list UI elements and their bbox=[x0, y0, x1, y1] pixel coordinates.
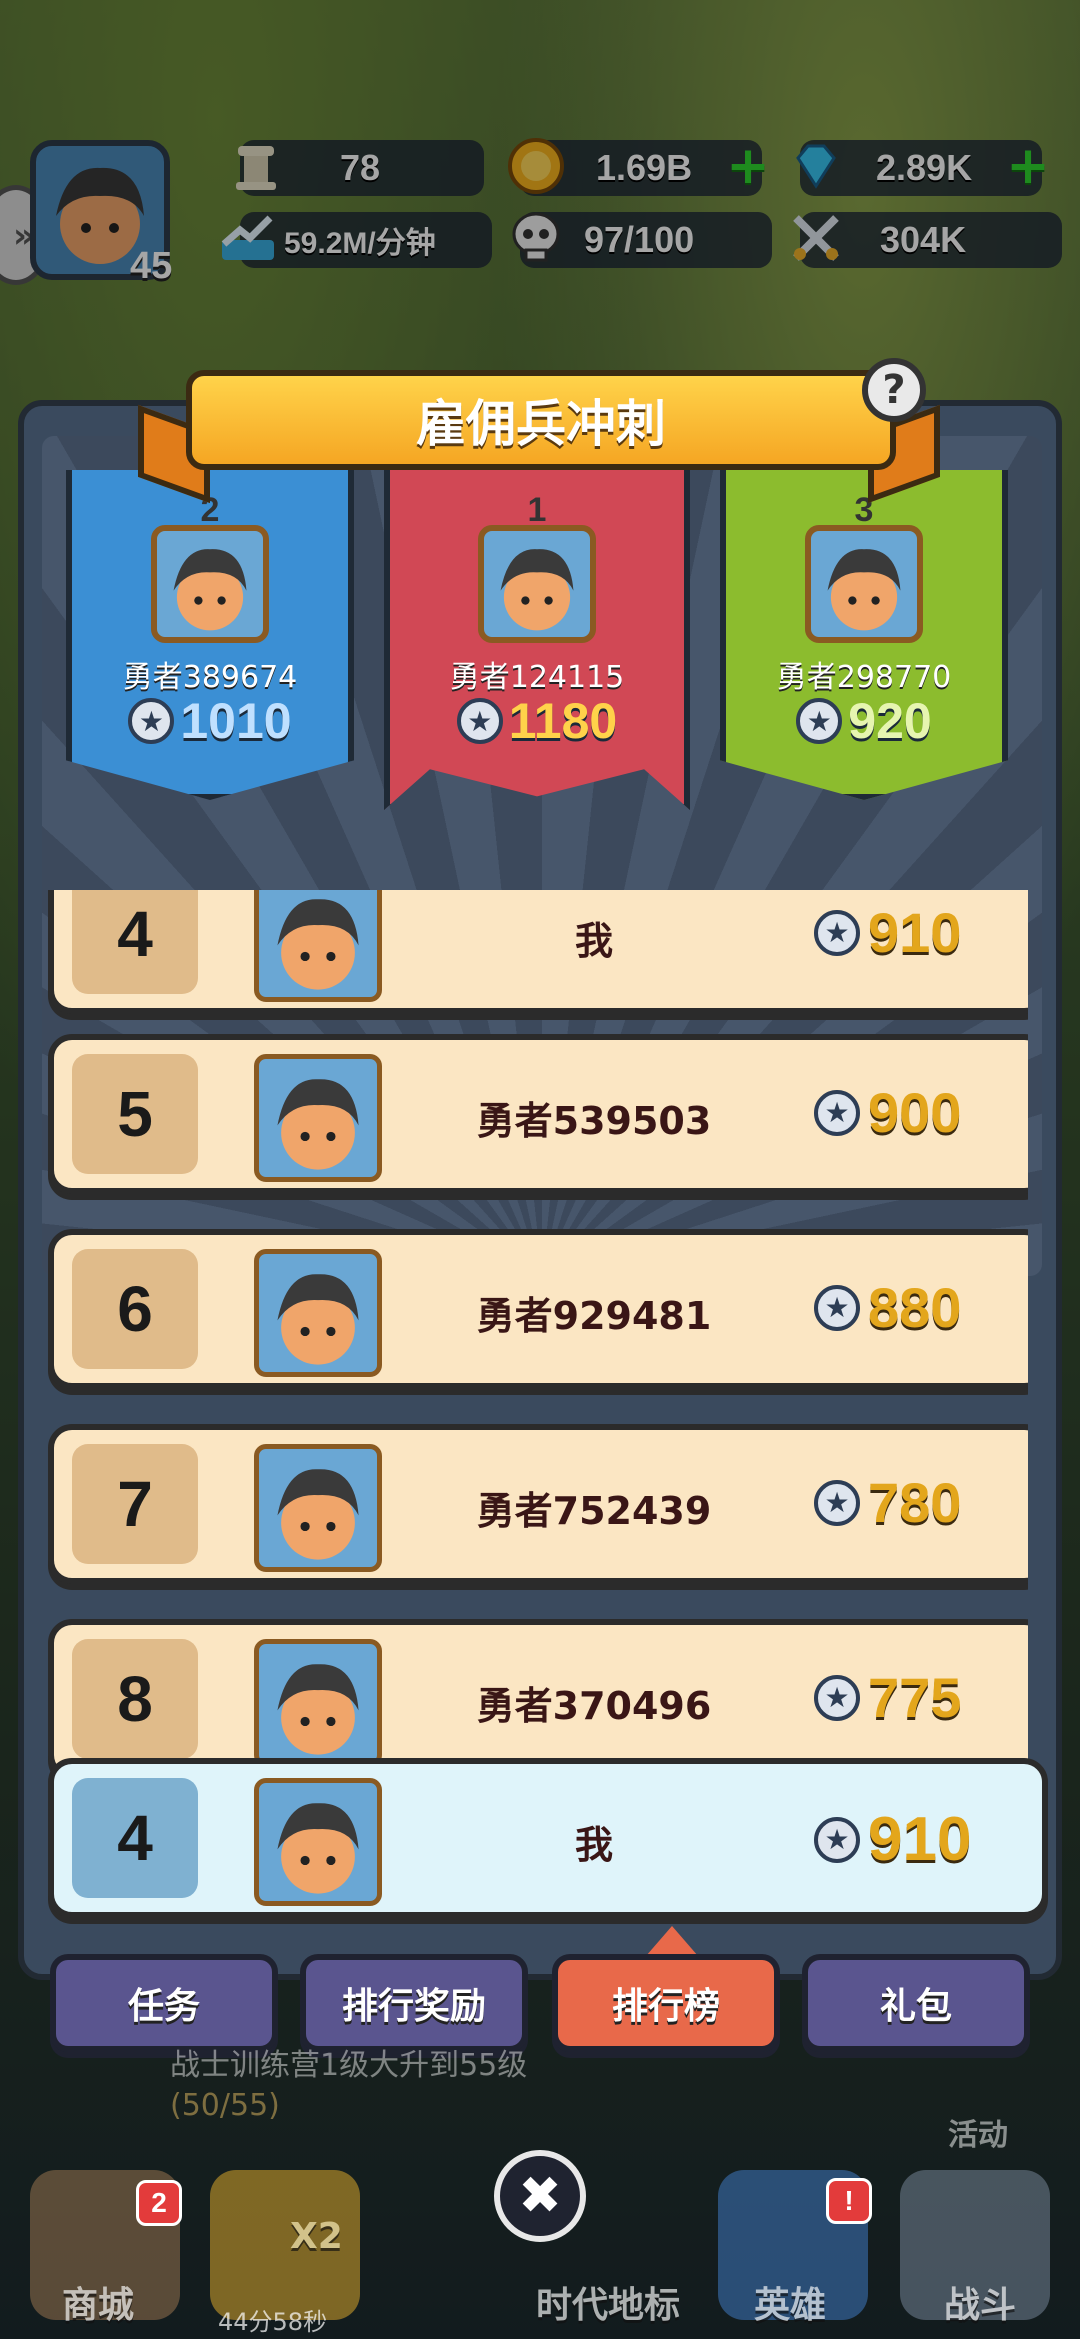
player-name: 我 bbox=[574, 919, 613, 963]
shop-badge: 2 bbox=[136, 2180, 182, 2226]
ranking-row[interactable]: 8 勇者370496 ★ 775 bbox=[48, 1619, 1028, 1779]
row-avatar bbox=[254, 1444, 382, 1572]
tab-rank-rewards[interactable]: 排行奖励 bbox=[300, 1954, 528, 2052]
podium-avatar bbox=[478, 525, 596, 643]
tab-tasks[interactable]: 任务 bbox=[50, 1954, 278, 2052]
ranking-row[interactable]: 5 勇者539503 ★ 900 bbox=[48, 1034, 1028, 1194]
rank-number: 6 bbox=[72, 1249, 198, 1369]
quest-progress: (50/55) bbox=[170, 2088, 280, 2123]
help-button[interactable]: ? bbox=[862, 358, 926, 422]
rank-number: 7 bbox=[72, 1444, 198, 1564]
podium-name: 勇者389674 bbox=[122, 660, 298, 695]
star-coin-icon: ★ bbox=[814, 1816, 860, 1863]
tab-gift-pack[interactable]: 礼包 bbox=[802, 1954, 1030, 2052]
active-tab-indicator bbox=[646, 1926, 698, 1956]
ranking-row[interactable]: 6 勇者929481 ★ 880 bbox=[48, 1229, 1028, 1389]
row-avatar bbox=[254, 890, 382, 1002]
double-label: X2 bbox=[290, 2216, 343, 2257]
my-avatar bbox=[254, 1778, 382, 1906]
event-label: 活动 bbox=[948, 2118, 1008, 2153]
ranking-row[interactable]: 7 勇者752439 ★ 780 bbox=[48, 1424, 1028, 1584]
rank-number: 8 bbox=[72, 1639, 198, 1759]
player-name: 勇者752439 bbox=[476, 1489, 712, 1533]
close-button[interactable]: ✖ bbox=[494, 2150, 586, 2242]
star-coin-icon: ★ bbox=[814, 1089, 860, 1136]
double-timer: 44分58秒 bbox=[218, 2308, 328, 2336]
podium-rank-2[interactable]: 2 勇者389674 ★ 1010 bbox=[66, 470, 354, 800]
rank-number: 4 bbox=[72, 890, 198, 994]
star-coin-icon: ★ bbox=[128, 698, 175, 744]
row-score: ★ 775 bbox=[814, 1665, 961, 1730]
rank-number: 5 bbox=[72, 1054, 198, 1174]
row-score: ★ 780 bbox=[814, 1470, 961, 1535]
podium-name: 勇者298770 bbox=[776, 660, 952, 695]
hero-badge: ! bbox=[826, 2178, 872, 2224]
tab-leaderboard[interactable]: 排行榜 bbox=[552, 1954, 780, 2052]
row-score: ★ 900 bbox=[814, 1080, 961, 1145]
row-avatar bbox=[254, 1639, 382, 1767]
row-avatar bbox=[254, 1054, 382, 1182]
star-coin-icon: ★ bbox=[796, 698, 843, 744]
hero-label: 英雄 bbox=[754, 2285, 827, 2326]
ranking-list[interactable]: 4 我 ★ 910 5 勇者539503 ★ 900 6 勇者929481 ★ 880… bbox=[18, 890, 1028, 1830]
quest-text: 战士训练营1级大升到55级 (50/55) bbox=[170, 2040, 527, 2123]
podium-rank-3[interactable]: 3 勇者298770 ★ 920 bbox=[720, 470, 1008, 800]
star-coin-icon: ★ bbox=[814, 1284, 860, 1331]
star-coin-icon: ★ bbox=[814, 1674, 860, 1721]
podium-avatar bbox=[151, 525, 269, 643]
row-avatar bbox=[254, 1249, 382, 1377]
my-ranking-row[interactable]: 4 我 ★ 910 bbox=[48, 1758, 1048, 1918]
ranking-row[interactable]: 4 我 ★ 910 bbox=[48, 890, 1028, 1014]
player-name: 勇者929481 bbox=[476, 1294, 712, 1338]
shop-label: 商城 bbox=[62, 2285, 135, 2326]
panel-title: 雇佣兵冲刺 bbox=[186, 370, 896, 470]
star-coin-icon: ★ bbox=[814, 1479, 860, 1526]
podium-avatar bbox=[805, 525, 923, 643]
podium-score: ★ 920 bbox=[726, 692, 1002, 750]
gold-crown-icon: 1 bbox=[497, 484, 577, 530]
my-rank-number: 4 bbox=[72, 1778, 198, 1898]
podium-rank-1[interactable]: 1 勇者124115 ★ 1180 bbox=[384, 470, 690, 810]
landmark-label: 时代地标 bbox=[536, 2285, 681, 2326]
my-score: ★ 910 bbox=[814, 1804, 971, 1875]
star-coin-icon: ★ bbox=[814, 909, 860, 956]
podium-score: ★ 1010 bbox=[72, 692, 348, 750]
row-score: ★ 910 bbox=[814, 900, 961, 965]
star-coin-icon: ★ bbox=[456, 698, 503, 744]
quest-description: 战士训练营1级大升到55级 bbox=[170, 2048, 528, 2083]
battle-label: 战斗 bbox=[944, 2285, 1017, 2326]
player-name: 勇者370496 bbox=[476, 1684, 712, 1728]
podium-score: ★ 1180 bbox=[390, 692, 684, 750]
player-name: 勇者539503 bbox=[476, 1099, 712, 1143]
my-name: 我 bbox=[574, 1823, 613, 1867]
row-score: ★ 880 bbox=[814, 1275, 961, 1340]
podium-name: 勇者124115 bbox=[449, 660, 625, 695]
